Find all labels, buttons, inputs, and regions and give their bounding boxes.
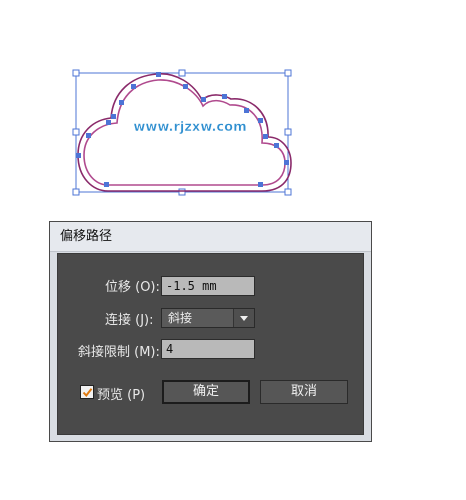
cancel-button[interactable]: 取消 <box>260 380 348 404</box>
preview-label[interactable]: 预览 (P) <box>97 384 145 403</box>
join-select-value: 斜接 <box>168 311 193 325</box>
preview-checkbox[interactable] <box>80 385 94 399</box>
chevron-down-icon[interactable] <box>233 309 254 327</box>
join-select[interactable]: 斜接 <box>161 308 255 328</box>
checkmark-icon <box>82 388 93 398</box>
dialog-title: 偏移路径 <box>50 222 371 252</box>
artboard-canvas[interactable]: www.rjzxw.com <box>0 0 466 210</box>
offset-label: 位移 (O): <box>105 280 160 295</box>
offset-input[interactable]: -1.5 mm <box>161 276 255 296</box>
miter-limit-input[interactable]: 4 <box>161 339 255 359</box>
join-label: 连接 (J): <box>105 313 154 328</box>
offset-path-dialog: 偏移路径 位移 (O): -1.5 mm 连接 (J): 斜接 斜接限制 (M)… <box>49 221 372 442</box>
watermark-text: www.rjzxw.com <box>133 120 246 135</box>
dialog-body: 位移 (O): -1.5 mm 连接 (J): 斜接 斜接限制 (M): 4 预… <box>57 253 364 435</box>
ok-button[interactable]: 确定 <box>162 380 250 404</box>
miter-limit-label: 斜接限制 (M): <box>78 345 160 360</box>
